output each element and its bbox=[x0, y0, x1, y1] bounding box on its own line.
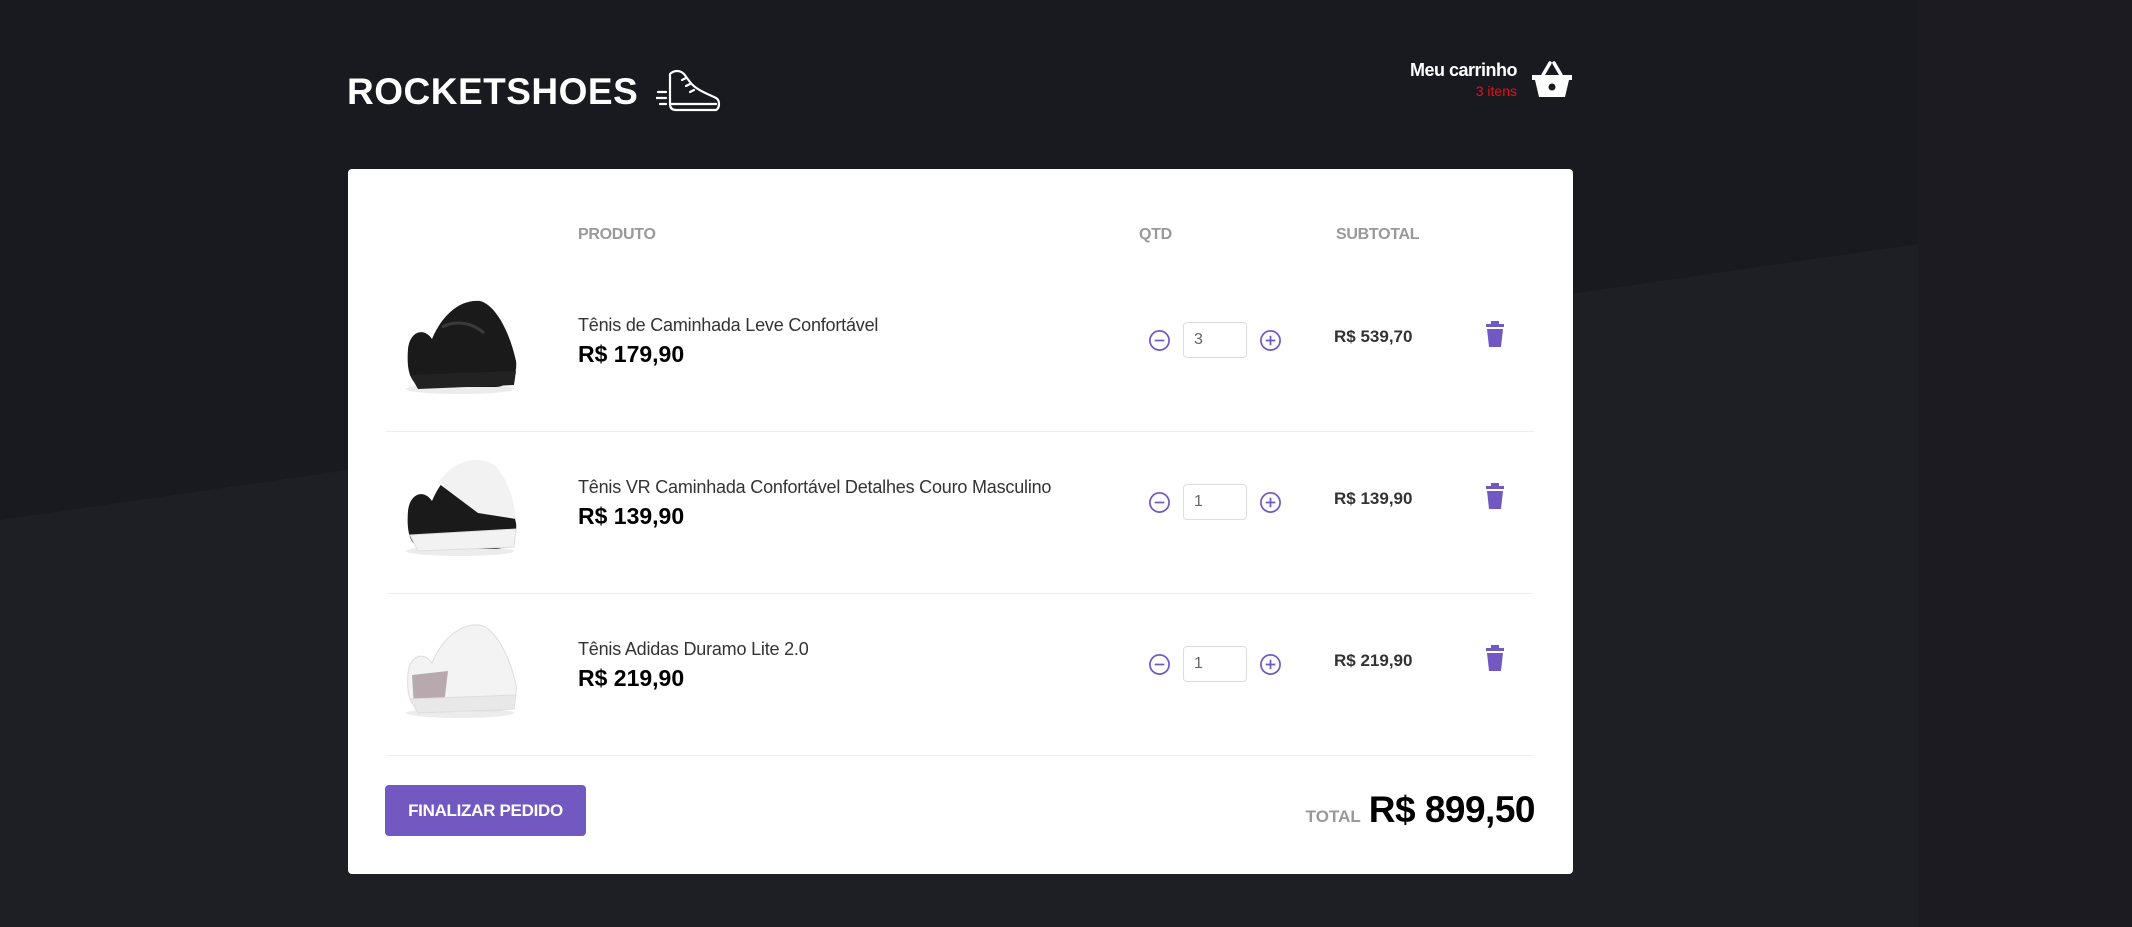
quantity-stepper bbox=[1148, 646, 1282, 682]
minus-circle-icon[interactable] bbox=[1148, 491, 1171, 514]
total-value: R$ 899,50 bbox=[1368, 789, 1536, 830]
product-image bbox=[406, 300, 517, 394]
product-price: R$ 219,90 bbox=[578, 665, 685, 691]
plus-circle-icon[interactable] bbox=[1259, 329, 1282, 352]
cart-panel: PRODUTO QTD SUBTOTAL Tênis de Caminhada … bbox=[348, 169, 1573, 874]
logo[interactable]: ROCKETSHOES bbox=[347, 66, 722, 118]
finalize-order-button[interactable]: FINALIZAR PEDIDO bbox=[385, 785, 586, 836]
column-header-subtotal: SUBTOTAL bbox=[1336, 226, 1420, 243]
item-subtotal: R$ 539,70 bbox=[1334, 327, 1413, 346]
trash-icon[interactable] bbox=[1484, 483, 1506, 509]
product-name: Tênis VR Caminhada Confortável Detalhes … bbox=[578, 477, 1052, 497]
logo-text: ROCKETSHOES bbox=[347, 71, 639, 112]
plus-circle-icon[interactable] bbox=[1259, 653, 1282, 676]
quantity-stepper bbox=[1148, 484, 1282, 520]
background-right bbox=[1918, 0, 2132, 927]
header: ROCKETSHOES Meu carrinho 3 itens bbox=[347, 52, 1573, 114]
quantity-input[interactable] bbox=[1183, 646, 1247, 682]
item-subtotal: R$ 219,90 bbox=[1334, 651, 1413, 670]
product-name: Tênis Adidas Duramo Lite 2.0 bbox=[578, 639, 809, 659]
quantity-input[interactable] bbox=[1183, 484, 1247, 520]
product-price: R$ 179,90 bbox=[578, 341, 685, 367]
product-name: Tênis de Caminhada Leve Confortável bbox=[578, 315, 879, 335]
trash-icon[interactable] bbox=[1484, 645, 1506, 671]
cart-text: Meu carrinho 3 itens bbox=[1409, 60, 1518, 99]
item-subtotal: R$ 139,90 bbox=[1334, 489, 1413, 508]
quantity-input[interactable] bbox=[1183, 322, 1247, 358]
column-header-qtd: QTD bbox=[1139, 226, 1172, 243]
minus-circle-icon[interactable] bbox=[1148, 653, 1171, 676]
cart-item-row: Tênis de Caminhada Leve Confortável R$ 1… bbox=[386, 269, 1534, 432]
trash-icon[interactable] bbox=[1484, 321, 1506, 347]
minus-circle-icon[interactable] bbox=[1148, 329, 1171, 352]
cart-title: Meu carrinho bbox=[1409, 60, 1518, 80]
cart-item-row: Tênis VR Caminhada Confortável Detalhes … bbox=[386, 431, 1534, 594]
product-price: R$ 139,90 bbox=[578, 503, 685, 529]
order-total: TOTAL R$ 899,50 bbox=[1305, 789, 1536, 831]
cart-link[interactable]: Meu carrinho 3 itens bbox=[1410, 60, 1573, 99]
plus-circle-icon[interactable] bbox=[1259, 491, 1282, 514]
total-label: TOTAL bbox=[1305, 807, 1361, 826]
column-header-produto: PRODUTO bbox=[578, 226, 656, 243]
product-image bbox=[406, 459, 517, 556]
cart-count: 3 itens bbox=[1475, 83, 1517, 99]
product-image bbox=[406, 624, 517, 718]
quantity-stepper bbox=[1148, 322, 1282, 358]
shopping-basket-icon bbox=[1532, 60, 1572, 97]
sneaker-icon bbox=[656, 69, 721, 112]
cart-item-row: Tênis Adidas Duramo Lite 2.0 R$ 219,90 R… bbox=[386, 593, 1534, 756]
